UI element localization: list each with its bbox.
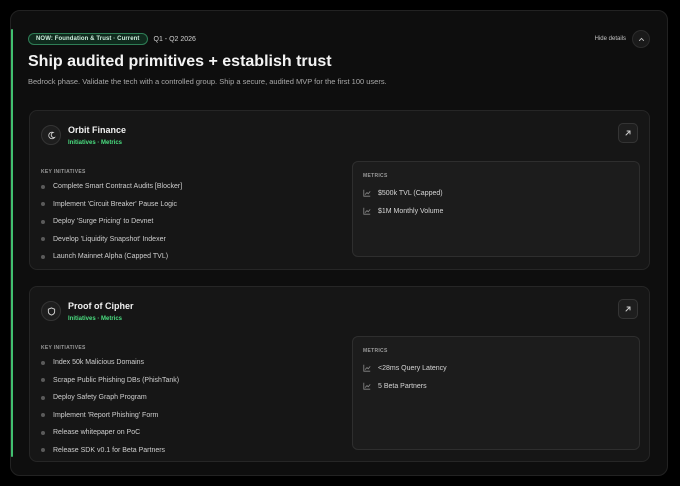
initiatives-list: Index 50k Malicious Domains Scrape Publi… (41, 354, 179, 459)
collapse-button[interactable] (632, 30, 650, 48)
initiative-item: Implement 'Circuit Breaker' Pause Logic (41, 196, 182, 214)
page-subtitle: Bedrock phase. Validate the tech with a … (28, 77, 387, 86)
initiative-label: Release SDK v0.1 for Beta Partners (53, 446, 166, 454)
bullet-icon (41, 184, 45, 189)
project-icon-badge (41, 301, 61, 321)
key-initiatives-label: KEY INITIATIVES (41, 169, 86, 175)
initiative-item: Deploy 'Surge Pricing' to Devnet (41, 213, 182, 231)
trend-chart-icon (363, 382, 371, 390)
project-title: Orbit Finance (68, 125, 127, 135)
metrics-panel: METRICS $500k TVL (Capped) $1M Monthly V… (352, 161, 640, 257)
bullet-icon (41, 254, 45, 259)
initiative-item: Develop 'Liquidity Snapshot' Indexer (41, 231, 182, 249)
initiative-item: Scrape Public Phishing DBs (PhishTank) (41, 372, 179, 390)
metrics-panel: METRICS <28ms Query Latency 5 Beta Partn… (352, 336, 640, 450)
page-title: Ship audited primitives + establish trus… (28, 53, 332, 70)
metrics-list: <28ms Query Latency 5 Beta Partners (363, 359, 447, 395)
initiative-item: Release whitepaper on PoC (41, 424, 179, 442)
trend-chart-icon (363, 364, 371, 372)
metrics-label: METRICS (363, 348, 388, 354)
open-project-button[interactable] (618, 299, 638, 319)
initiative-item: Complete Smart Contract Audits [Blocker] (41, 178, 182, 196)
phase-accent-line (11, 29, 13, 457)
roadmap-phase-panel: NOW: Foundation & Trust · Current Q1 - Q… (10, 10, 668, 476)
phase-header: NOW: Foundation & Trust · Current Q1 - Q… (28, 28, 650, 50)
metrics-label: METRICS (363, 173, 388, 179)
shield-icon (47, 306, 55, 316)
initiative-label: Deploy 'Surge Pricing' to Devnet (53, 218, 154, 226)
project-card-proof-of-cipher: Proof of Cipher Initiatives · Metrics KE… (29, 286, 650, 462)
trend-chart-icon (363, 207, 371, 215)
project-title: Proof of Cipher (68, 301, 134, 311)
arrow-up-right-icon (625, 306, 631, 312)
bullet-icon (41, 360, 45, 365)
initiative-label: Scrape Public Phishing DBs (PhishTank) (53, 376, 180, 384)
initiative-item: Implement 'Report Phishing' Form (41, 407, 179, 425)
moon-icon (47, 131, 56, 139)
bullet-icon (41, 219, 45, 224)
project-tag: Initiatives · Metrics (68, 140, 123, 146)
initiative-item: Index 50k Malicious Domains (41, 354, 179, 372)
bullet-icon (41, 237, 45, 242)
bullet-icon (41, 202, 45, 207)
initiative-label: Implement 'Circuit Breaker' Pause Logic (53, 200, 178, 208)
metric-label: $1M Monthly Volume (378, 207, 444, 215)
initiatives-list: Complete Smart Contract Audits [Blocker]… (41, 178, 182, 266)
metric-item: <28ms Query Latency (363, 359, 447, 377)
initiative-label: Complete Smart Contract Audits [Blocker] (53, 183, 183, 191)
initiative-label: Launch Mainnet Alpha (Capped TVL) (53, 253, 169, 261)
bullet-icon (41, 413, 45, 418)
initiative-label: Implement 'Report Phishing' Form (53, 411, 159, 419)
project-icon-badge (41, 125, 61, 145)
bullet-icon (41, 378, 45, 383)
arrow-up-right-icon (625, 130, 631, 136)
initiative-item: Release SDK v0.1 for Beta Partners (41, 442, 179, 460)
trend-chart-icon (363, 189, 371, 197)
open-project-button[interactable] (618, 123, 638, 143)
phase-status-badge: NOW: Foundation & Trust · Current (28, 33, 148, 45)
bullet-icon (41, 395, 45, 400)
initiative-label: Develop 'Liquidity Snapshot' Indexer (53, 235, 166, 243)
project-tag: Initiatives · Metrics (68, 316, 123, 322)
initiative-label: Release whitepaper on PoC (53, 429, 141, 437)
metric-item: $1M Monthly Volume (363, 202, 443, 220)
metric-label: <28ms Query Latency (378, 364, 447, 372)
metric-label: $500k TVL (Capped) (378, 189, 443, 197)
key-initiatives-label: KEY INITIATIVES (41, 345, 86, 351)
metric-item: $500k TVL (Capped) (363, 184, 443, 202)
initiative-label: Deploy Safety Graph Program (53, 394, 147, 402)
metrics-list: $500k TVL (Capped) $1M Monthly Volume (363, 184, 443, 220)
project-card-orbit-finance: Orbit Finance Initiatives · Metrics KEY … (29, 110, 650, 270)
initiative-label: Index 50k Malicious Domains (53, 359, 145, 367)
phase-date-range: Q1 - Q2 2026 (153, 35, 196, 43)
metric-item: 5 Beta Partners (363, 377, 447, 395)
bullet-icon (41, 448, 45, 453)
initiative-item: Launch Mainnet Alpha (Capped TVL) (41, 248, 182, 266)
bullet-icon (41, 430, 45, 435)
hide-details-link[interactable]: Hide details (595, 36, 626, 42)
metric-label: 5 Beta Partners (378, 382, 427, 390)
initiative-item: Deploy Safety Graph Program (41, 389, 179, 407)
chevron-up-icon (638, 37, 644, 41)
